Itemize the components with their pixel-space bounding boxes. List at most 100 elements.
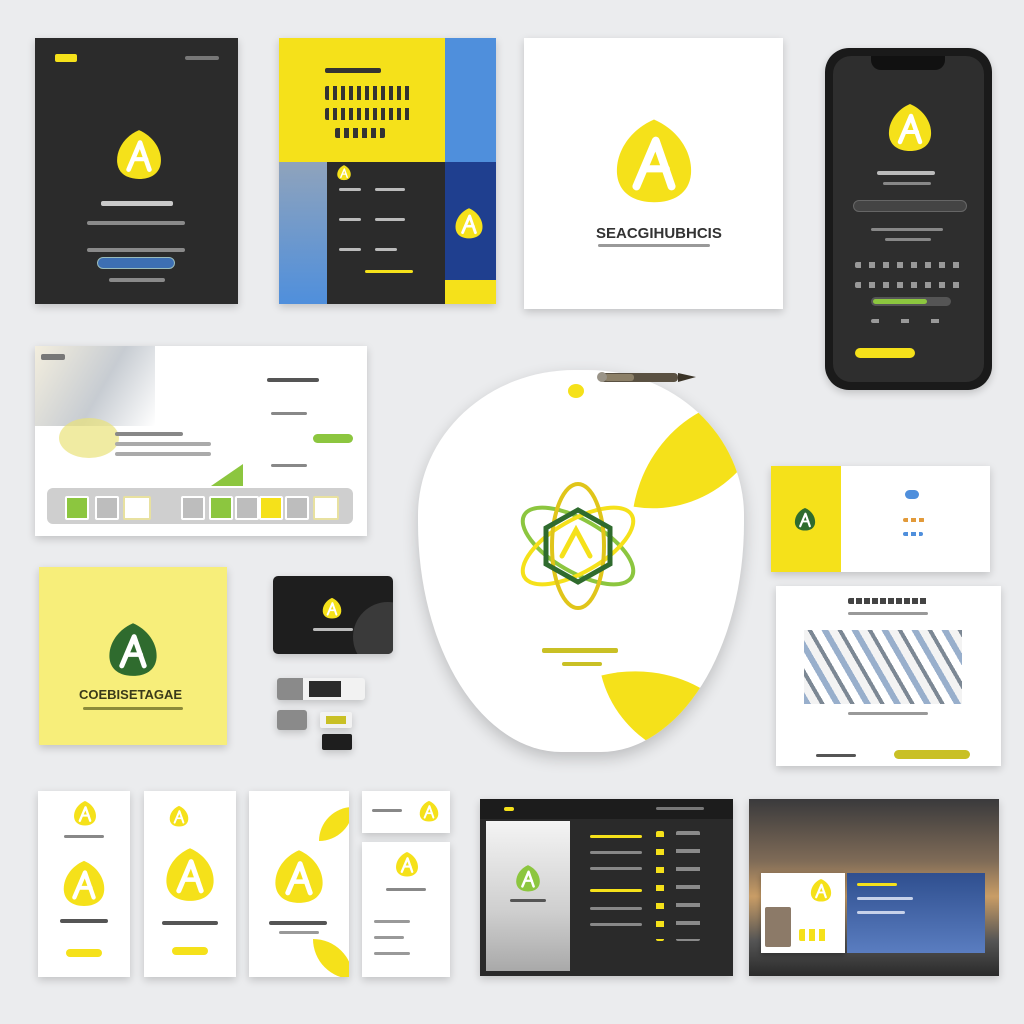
stationery-5-list-2 [374, 936, 404, 939]
business-card-contact-line [903, 518, 925, 522]
stationery-3-leaf-top [319, 807, 349, 841]
leaf-a-logo-icon [336, 164, 352, 181]
website-thumbnail [65, 496, 89, 520]
brochure-subtitle-line [87, 221, 185, 225]
poster-menu-line-2 [375, 188, 405, 191]
bag-caption-line-2 [562, 662, 602, 666]
leaf-a-logo-icon [271, 845, 327, 907]
stationery-card-1 [38, 791, 130, 977]
business-card-shine [353, 602, 393, 654]
phone-cta-button [855, 348, 915, 358]
stationery-3-line [269, 921, 327, 925]
black-business-card [273, 576, 393, 654]
phone-row-items [855, 262, 963, 268]
leaf-a-logo-icon [321, 596, 343, 620]
leaf-a-logo-icon [162, 843, 218, 905]
flyer-cta-button [894, 750, 970, 759]
flyer-illustration [804, 630, 962, 704]
stationery-card-4 [362, 791, 450, 833]
phone-subtitle-line [883, 182, 931, 185]
poster-menu-line [339, 188, 361, 191]
phone-row-items-3 [871, 319, 943, 323]
leaf-a-logo-icon [113, 126, 165, 182]
usb-stick [277, 678, 365, 700]
phone-row-line [871, 228, 943, 231]
bag-yellow-leaf-bottom [601, 644, 744, 752]
stationery-2-button [172, 947, 208, 955]
usb-stick-label [309, 681, 341, 697]
stationery-card-5 [362, 842, 450, 977]
leaf-a-logo-icon [168, 805, 190, 827]
brochure-text-line [87, 248, 185, 252]
dashboard-top-link-2 [656, 807, 704, 810]
usb-stick-4 [322, 734, 352, 750]
yellow-card-tagline [83, 707, 183, 710]
poster-headline-line-2 [325, 86, 411, 100]
leaf-a-logo-icon [394, 850, 420, 878]
stationery-3-leaf-bottom [313, 939, 349, 977]
poster-menu-line-5 [339, 248, 361, 251]
stationery-5-list-3 [374, 952, 410, 955]
dashboard-hero-caption [510, 899, 546, 902]
usb-stick-2 [277, 710, 307, 730]
poster-headline-line [325, 68, 381, 73]
tablet-window-text [799, 929, 829, 941]
leaf-a-logo-icon [453, 206, 485, 240]
dashboard-row-3 [590, 867, 642, 870]
brochure-title-line [101, 201, 173, 206]
leaf-a-logo-icon [809, 877, 833, 903]
leaf-a-logo-icon [105, 619, 161, 679]
website-thumbnail-7 [259, 496, 283, 520]
stationery-3-line-2 [279, 931, 319, 934]
leaf-a-logo-icon [72, 799, 98, 827]
poster-headline-line-4 [335, 128, 385, 138]
flyer-heading-line [848, 598, 928, 604]
phone-mockup [825, 48, 992, 390]
phone-row-items-2 [855, 282, 963, 288]
stationery-5-list [374, 920, 410, 923]
brochure-header-text [185, 56, 219, 60]
website-leaf-accent [211, 464, 243, 486]
brochure-cta-button [97, 257, 175, 269]
flyer-text-line [848, 712, 928, 715]
dark-brochure-card [35, 38, 238, 304]
bag-caption-line [542, 648, 618, 653]
website-thumbnail-5 [209, 496, 233, 520]
yellow-card-wordmark: COEBISETAGAE [79, 687, 183, 702]
website-heading-line [267, 378, 319, 382]
dashboard-row-4 [590, 889, 642, 892]
dashboard-col [656, 831, 664, 941]
phone-progress-fill [873, 299, 927, 304]
leaf-a-logo-icon [418, 799, 440, 823]
phone-search-bar [853, 200, 967, 212]
flyer-right [776, 586, 1001, 766]
cloud-icon [905, 490, 919, 499]
brochure-footer-line [109, 278, 165, 282]
tablet-window-image [765, 907, 791, 947]
brochure-header-mark [55, 54, 77, 62]
stationery-4-line [372, 809, 402, 812]
leaf-a-logo-icon [514, 863, 542, 893]
business-card-name-line [313, 628, 353, 631]
website-text-line [115, 432, 183, 436]
leaf-a-logo-icon [885, 100, 935, 154]
website-text-line-2 [115, 442, 211, 446]
website-cta-button [313, 434, 353, 443]
stationery-1-line-2 [60, 919, 108, 923]
bag-yellow-leaf-top [633, 378, 744, 528]
sunset-tablet-mockup [749, 799, 999, 976]
website-nav-logo [41, 354, 65, 360]
usb-stick-3 [320, 712, 352, 728]
leaf-a-logo-icon [610, 112, 698, 208]
stationery-card-2 [144, 791, 236, 977]
tablet-blue-line-3 [857, 911, 905, 914]
bag-small-accent [568, 384, 584, 398]
dashboard-row [590, 835, 642, 838]
central-bag-mockup [418, 370, 744, 752]
flyer-subheading-line [848, 612, 928, 615]
dashboard-row-2 [590, 851, 642, 854]
phone-row-line-2 [885, 238, 931, 241]
website-thumbnail-4 [181, 496, 205, 520]
yellow-blue-poster [279, 38, 496, 304]
stationery-1-line [64, 835, 104, 838]
